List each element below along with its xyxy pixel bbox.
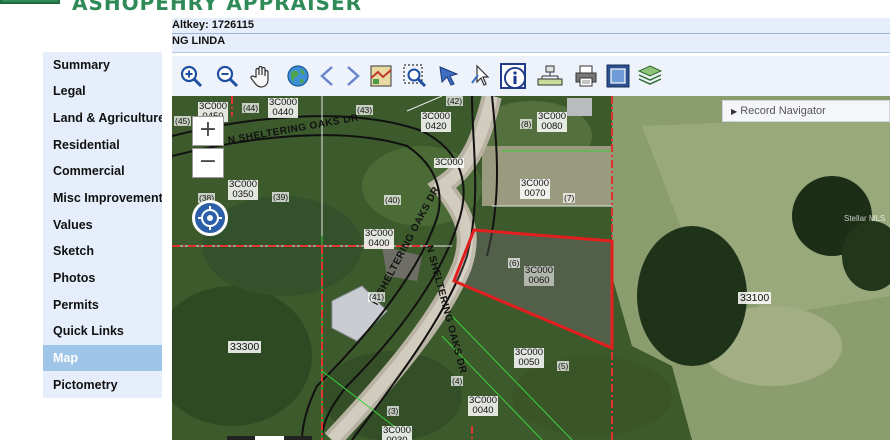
parcel-label: 3C000 0080 [537, 111, 567, 132]
identify-info-icon[interactable] [500, 63, 526, 89]
altkey-label: Altkey: 1726115 [172, 19, 890, 34]
record-navigator-toggle[interactable]: ▶ Record Navigator [722, 100, 890, 122]
lot-number: (40) [384, 195, 402, 205]
tract-label: 33300 [228, 341, 262, 353]
nav-item-residential[interactable]: Residential [43, 132, 162, 158]
lot-number: (41) [368, 292, 386, 302]
forward-arrow-icon[interactable] [339, 63, 365, 89]
lot-number: (3) [387, 406, 400, 416]
network-icon[interactable] [537, 63, 563, 89]
full-extent-icon[interactable] [605, 63, 631, 89]
parcel-label: 3C000 0350 [228, 179, 258, 200]
logo-mark [0, 0, 60, 4]
nav-item-misc-improvements[interactable]: Misc Improvements [43, 185, 162, 211]
nav-item-pictometry[interactable]: Pictometry [43, 372, 162, 398]
parcel-label: 3C000 0400 [364, 228, 394, 249]
nav-item-sketch[interactable]: Sketch [43, 238, 162, 264]
parcel-label: 3C000 0050 [514, 347, 544, 368]
tract-label: 33100 [738, 292, 772, 304]
pan-hand-icon[interactable] [249, 63, 275, 89]
nav-item-values[interactable]: Values [43, 212, 162, 238]
nav-item-quick-links[interactable]: Quick Links [43, 318, 162, 344]
lot-number: (8) [520, 119, 533, 129]
record-navigator-label: Record Navigator [740, 105, 826, 117]
logo-text: ASHOPEHRY APPRAISER [72, 0, 363, 14]
locate-me-icon[interactable] [192, 200, 228, 236]
nav-item-map[interactable]: Map [43, 345, 162, 371]
map-layer-icon[interactable] [368, 63, 394, 89]
nav-item-legal[interactable]: Legal [43, 78, 162, 104]
map-toolbar [172, 56, 890, 96]
parcel-label: 3C000 0040 [468, 395, 498, 416]
lot-number: (7) [563, 193, 576, 203]
nav-item-photos[interactable]: Photos [43, 265, 162, 291]
site-header: ASHOPEHRY APPRAISER [0, 0, 890, 14]
zoom-select-icon[interactable] [402, 63, 428, 89]
parcel-label: 3C000 0420 [421, 111, 451, 132]
zoom-in-icon[interactable] [178, 63, 204, 89]
lot-number: (44) [242, 103, 260, 113]
parcel-label: 3C000 0030 [382, 426, 412, 440]
back-arrow-icon[interactable] [315, 63, 341, 89]
lot-number: (39) [272, 192, 290, 202]
lot-number: (43) [356, 105, 374, 115]
lot-number: (42) [446, 96, 464, 106]
nav-item-permits[interactable]: Permits [43, 292, 162, 318]
lot-number: (6) [508, 258, 521, 268]
map-viewport[interactable]: N SHELTERING OAKS DR N SHELTERING OAKS D… [172, 96, 890, 440]
owner-name: NG LINDA [172, 35, 226, 47]
sidebar-nav: Summary Legal Land & Agriculture Residen… [43, 52, 162, 398]
lot-number: (4) [451, 376, 464, 386]
layers-icon[interactable] [637, 63, 663, 89]
lot-number: (5) [557, 361, 570, 371]
zoom-out-button[interactable]: − [192, 148, 224, 178]
parcel-label-selected: 3C000 0060 [524, 265, 554, 286]
zoom-out-icon[interactable] [214, 63, 240, 89]
expand-triangle-icon: ▶ [731, 107, 738, 116]
select-pointer-icon[interactable] [436, 63, 462, 89]
nav-item-commercial[interactable]: Commercial [43, 158, 162, 184]
lot-number: (45) [174, 116, 192, 126]
nav-item-land-agriculture[interactable]: Land & Agriculture [43, 105, 162, 131]
print-icon[interactable] [573, 63, 599, 89]
globe-icon[interactable] [285, 63, 311, 89]
scale-bar [227, 436, 312, 440]
measure-icon[interactable] [469, 63, 495, 89]
zoom-in-button[interactable]: + [192, 116, 224, 146]
parcel-header: Altkey: 1726115 NG LINDA [172, 18, 890, 53]
watermark: Stellar MLS [844, 214, 886, 223]
parcel-label: 3C000 0440 [268, 97, 298, 118]
parcel-label: 3C000 [434, 157, 464, 168]
parcel-label: 3C000 0070 [520, 178, 550, 199]
nav-item-summary[interactable]: Summary [43, 52, 162, 78]
